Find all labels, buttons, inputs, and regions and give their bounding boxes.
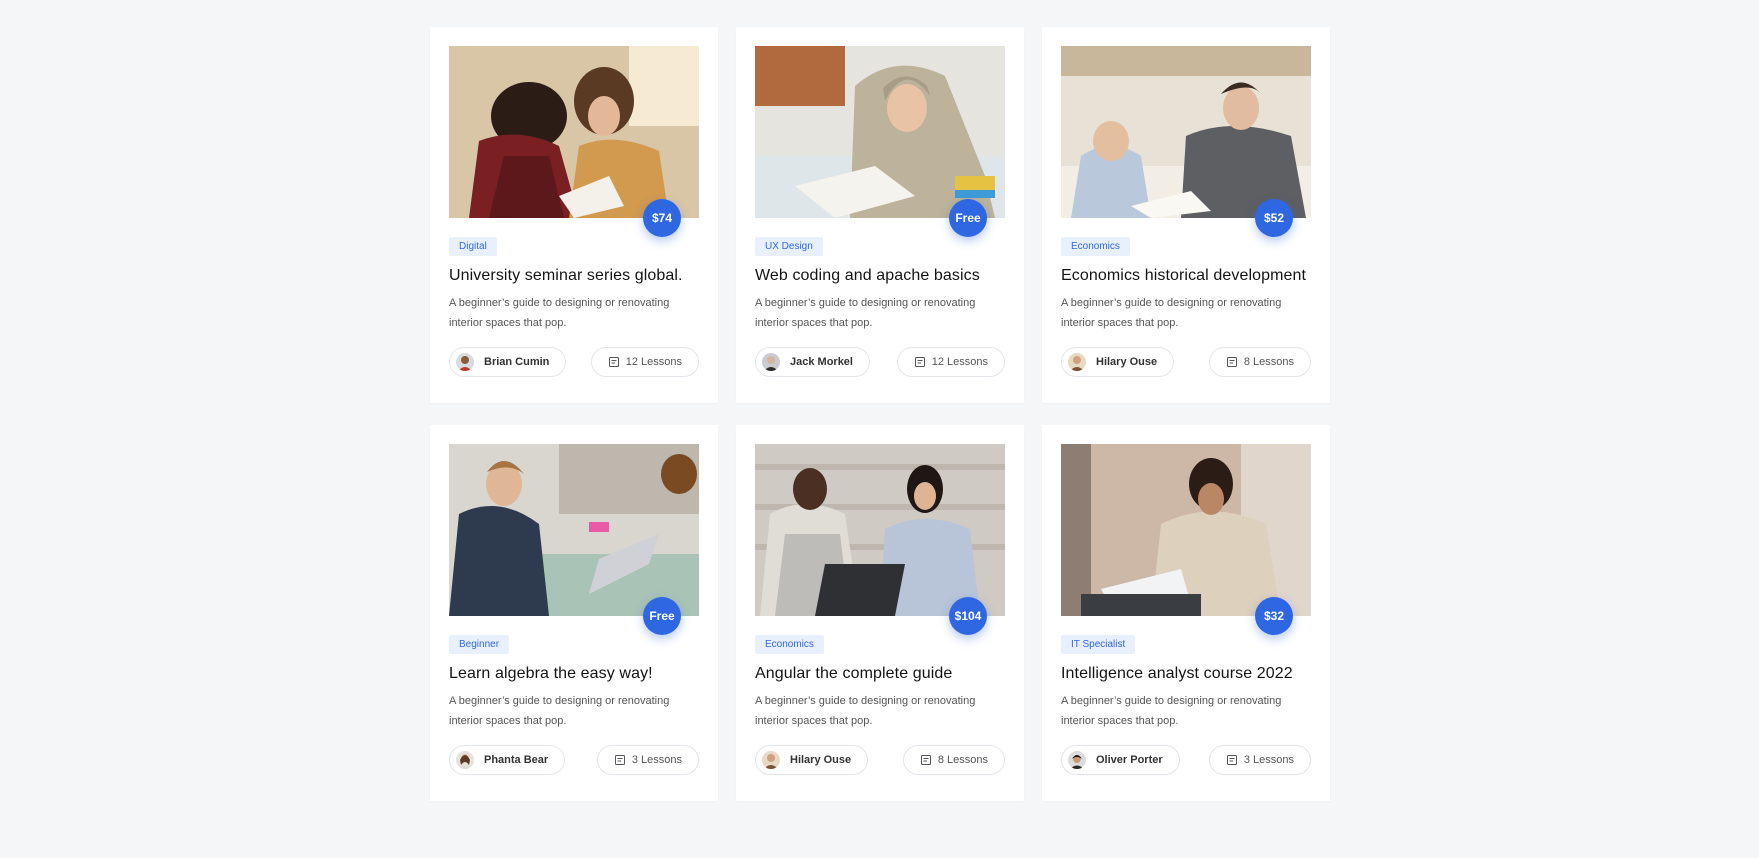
avatar [456, 751, 474, 769]
avatar [1068, 353, 1086, 371]
course-image[interactable]: $74 [449, 46, 699, 237]
author-chip[interactable]: Phanta Bear [449, 745, 566, 775]
lessons-count: 3 Lessons [631, 754, 682, 766]
course-description: A beginner’s guide to designing or renov… [755, 297, 976, 329]
course-card[interactable]: $52 Economics Economics historical devel… [1042, 27, 1330, 403]
lessons-chip[interactable]: 12 Lessons [590, 347, 699, 377]
category-tag[interactable]: Digital [449, 237, 497, 256]
price-badge: $74 [643, 199, 681, 237]
avatar [762, 353, 780, 371]
course-description: A beginner’s guide to designing or renov… [1061, 695, 1282, 727]
course-title[interactable]: Economics historical development [1061, 267, 1311, 285]
course-meta: Phanta Bear 3 Lessons [449, 745, 699, 775]
author-name: Brian Cumin [484, 356, 550, 368]
avatar [456, 353, 474, 371]
category-tag[interactable]: Beginner [449, 635, 510, 654]
lessons-count: 8 Lessons [1243, 356, 1294, 368]
lessons-count: 8 Lessons [937, 754, 988, 766]
avatar [762, 751, 780, 769]
author-chip[interactable]: Jack Morkel [755, 347, 870, 377]
course-card[interactable]: Free Beginner Learn algebra the easy way… [430, 425, 718, 801]
price-badge: $52 [1255, 199, 1293, 237]
price-badge: $32 [1255, 597, 1293, 635]
course-meta: Hilary Ouse 8 Lessons [755, 745, 1005, 775]
author-name: Hilary Ouse [790, 754, 852, 766]
lessons-chip[interactable]: 3 Lessons [596, 745, 699, 775]
lessons-chip[interactable]: 12 Lessons [896, 347, 1005, 377]
course-image[interactable]: $104 [755, 444, 1005, 635]
course-description: A beginner’s guide to designing or renov… [449, 695, 670, 727]
course-card[interactable]: $32 IT Specialist Intelligence analyst c… [1042, 425, 1330, 801]
category-tag[interactable]: Economics [1061, 237, 1130, 256]
lessons-chip[interactable]: 8 Lessons [902, 745, 1005, 775]
price-badge: Free [949, 199, 987, 237]
course-title[interactable]: University seminar series global. [449, 267, 699, 285]
category-tag[interactable]: IT Specialist [1061, 635, 1136, 654]
course-image[interactable]: $52 [1061, 46, 1311, 237]
author-name: Jack Morkel [790, 356, 853, 368]
course-meta: Hilary Ouse 8 Lessons [1061, 347, 1311, 377]
author-chip[interactable]: Brian Cumin [449, 347, 567, 377]
author-name: Hilary Ouse [1096, 356, 1158, 368]
author-chip[interactable]: Oliver Porter [1061, 745, 1180, 775]
course-title[interactable]: Intelligence analyst course 2022 [1061, 665, 1311, 683]
course-card[interactable]: $74 Digital University seminar series gl… [430, 27, 718, 403]
course-image[interactable]: Free [755, 46, 1005, 237]
book-icon [914, 357, 925, 367]
price-badge: Free [643, 597, 681, 635]
course-card[interactable]: Free UX Design Web coding and apache bas… [736, 27, 1024, 403]
lessons-chip[interactable]: 8 Lessons [1208, 347, 1311, 377]
course-grid: $74 Digital University seminar series gl… [430, 27, 1330, 801]
course-image[interactable]: $32 [1061, 444, 1311, 635]
author-chip[interactable]: Hilary Ouse [1061, 347, 1175, 377]
avatar [1068, 751, 1086, 769]
course-meta: Oliver Porter 3 Lessons [1061, 745, 1311, 775]
author-name: Oliver Porter [1096, 754, 1163, 766]
course-description: A beginner’s guide to designing or renov… [755, 695, 976, 727]
course-card[interactable]: $104 Economics Angular the complete guid… [736, 425, 1024, 801]
course-meta: Brian Cumin 12 Lessons [449, 347, 699, 377]
lessons-count: 3 Lessons [1243, 754, 1294, 766]
book-icon [1226, 357, 1237, 367]
lessons-chip[interactable]: 3 Lessons [1208, 745, 1311, 775]
category-tag[interactable]: UX Design [755, 237, 823, 256]
course-title[interactable]: Learn algebra the easy way! [449, 665, 699, 683]
course-meta: Jack Morkel 12 Lessons [755, 347, 1005, 377]
course-title[interactable]: Angular the complete guide [755, 665, 1005, 683]
book-icon [608, 357, 619, 367]
course-description: A beginner’s guide to designing or renov… [449, 297, 670, 329]
author-name: Phanta Bear [484, 754, 549, 766]
lessons-count: 12 Lessons [625, 356, 682, 368]
course-description: A beginner’s guide to designing or renov… [1061, 297, 1282, 329]
book-icon [614, 755, 625, 765]
course-image[interactable]: Free [449, 444, 699, 635]
course-title[interactable]: Web coding and apache basics [755, 267, 1005, 285]
book-icon [1226, 755, 1237, 765]
author-chip[interactable]: Hilary Ouse [755, 745, 869, 775]
category-tag[interactable]: Economics [755, 635, 824, 654]
lessons-count: 12 Lessons [931, 356, 988, 368]
book-icon [920, 755, 931, 765]
price-badge: $104 [949, 597, 987, 635]
